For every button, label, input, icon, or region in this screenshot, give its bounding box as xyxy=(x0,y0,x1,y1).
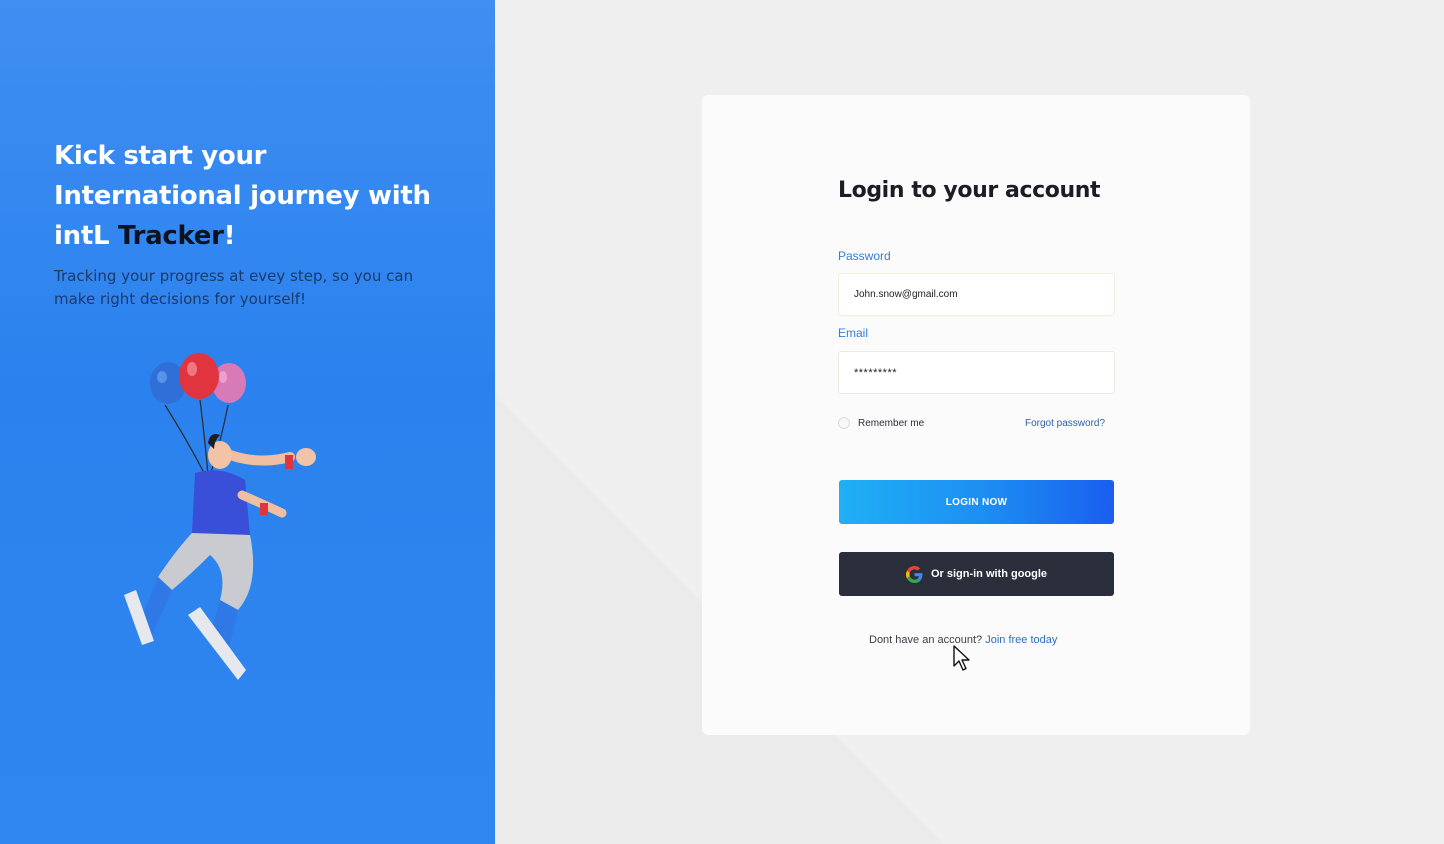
brand-name: Tracker xyxy=(117,221,224,251)
field-2-label: Email xyxy=(838,326,869,340)
hero-title-line-1: Kick start your xyxy=(54,141,267,171)
remember-me-label: Remember me xyxy=(858,417,925,429)
hero-subtitle: Tracking your progress at evey step, so … xyxy=(54,267,414,308)
brand-prefix: intL xyxy=(54,221,118,251)
page-title: Login to your account xyxy=(838,178,1101,203)
hero-panel: Kick start your International journey wi… xyxy=(0,0,495,844)
google-signin-button[interactable]: Or sign-in with google xyxy=(839,552,1114,596)
hero-title: Kick start your International journey wi… xyxy=(54,136,454,256)
hero-title-line-2: International journey with xyxy=(54,181,431,211)
google-icon xyxy=(905,565,923,583)
google-signin-label: Or sign-in with google xyxy=(930,568,1048,580)
email-field[interactable]: John.snow@gmail.com xyxy=(838,273,1115,316)
email-field-value: John.snow@gmail.com xyxy=(854,289,958,300)
mouse-cursor-icon xyxy=(953,645,970,671)
hero-title-line-3: intL Tracker! xyxy=(54,216,454,256)
brand-suffix: ! xyxy=(223,221,236,251)
remember-me[interactable]: Remember me xyxy=(838,417,924,429)
join-free-link[interactable]: Join free today xyxy=(985,634,1057,646)
field-1-label: Password xyxy=(838,249,891,263)
password-field[interactable]: ********* xyxy=(838,351,1115,394)
balloon-person-illustration xyxy=(124,353,316,680)
login-button[interactable]: LOGIN NOW xyxy=(839,480,1114,524)
password-field-value: ********* xyxy=(854,366,898,379)
remember-me-checkbox[interactable] xyxy=(838,417,850,429)
forgot-password-link[interactable]: Forgot password? xyxy=(1025,418,1105,429)
